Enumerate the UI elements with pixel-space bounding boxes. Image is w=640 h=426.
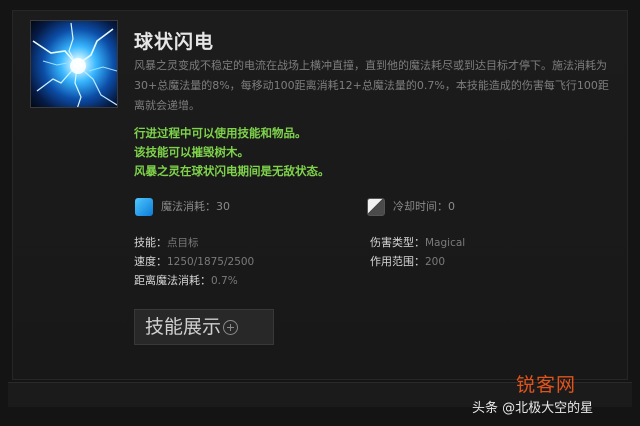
mana-cost-row: 魔法消耗：30 [135,198,230,216]
plus-circle-icon [223,320,239,335]
skill-notes: 行进过程中可以使用技能和物品。 该技能可以摧毁树木。 风暴之灵在球状闪电期间是无… [134,124,330,181]
stat-ability: 技能：点目标 [134,234,199,250]
stat-label: 速度： [134,255,167,268]
watermark-site: 锐客网 [516,374,577,396]
stat-label: 伤害类型： [370,236,425,249]
stat-label: 距离魔法消耗： [134,274,211,287]
stat-speed: 速度：1250/1875/2500 [134,253,254,269]
stat-value: 200 [425,256,446,268]
cooldown-label: 冷却时间： [393,200,448,213]
note-item: 风暴之灵在球状闪电期间是无敌状态。 [134,164,330,178]
note-item: 行进过程中可以使用技能和物品。 [134,126,307,140]
mana-icon [135,198,153,216]
mana-cost-label: 魔法消耗： [161,200,216,213]
note-item: 该技能可以摧毁树木。 [134,145,249,159]
cooldown-row: 冷却时间：0 [367,198,455,216]
cooldown-value: 0 [448,200,455,213]
stat-label: 作用范围： [370,255,425,268]
ball-lightning-icon [30,20,118,108]
stat-range: 作用范围：200 [370,253,445,269]
stat-value: 0.7% [211,275,238,287]
mana-cost-value: 30 [216,200,230,213]
skill-showcase-button[interactable]: 技能展示 [134,309,274,345]
skill-showcase-label: 技能展示 [145,316,222,338]
skill-title: 球状闪电 [134,31,215,53]
stat-damage-type: 伤害类型：Magical [370,234,465,250]
stat-value: 1250/1875/2500 [167,256,255,268]
stat-value: Magical [425,237,466,249]
stat-value: 点目标 [167,237,199,249]
cooldown-icon [367,198,385,216]
stat-label: 技能： [134,236,167,249]
skill-description: 风暴之灵变成不稳定的电流在战场上横冲直撞，直到他的魔法耗尽或到达目标才停下。施法… [134,59,609,112]
watermark-author: 头条 @北极大空的星 [472,401,594,416]
stat-distance-cost: 距离魔法消耗：0.7% [134,272,238,288]
